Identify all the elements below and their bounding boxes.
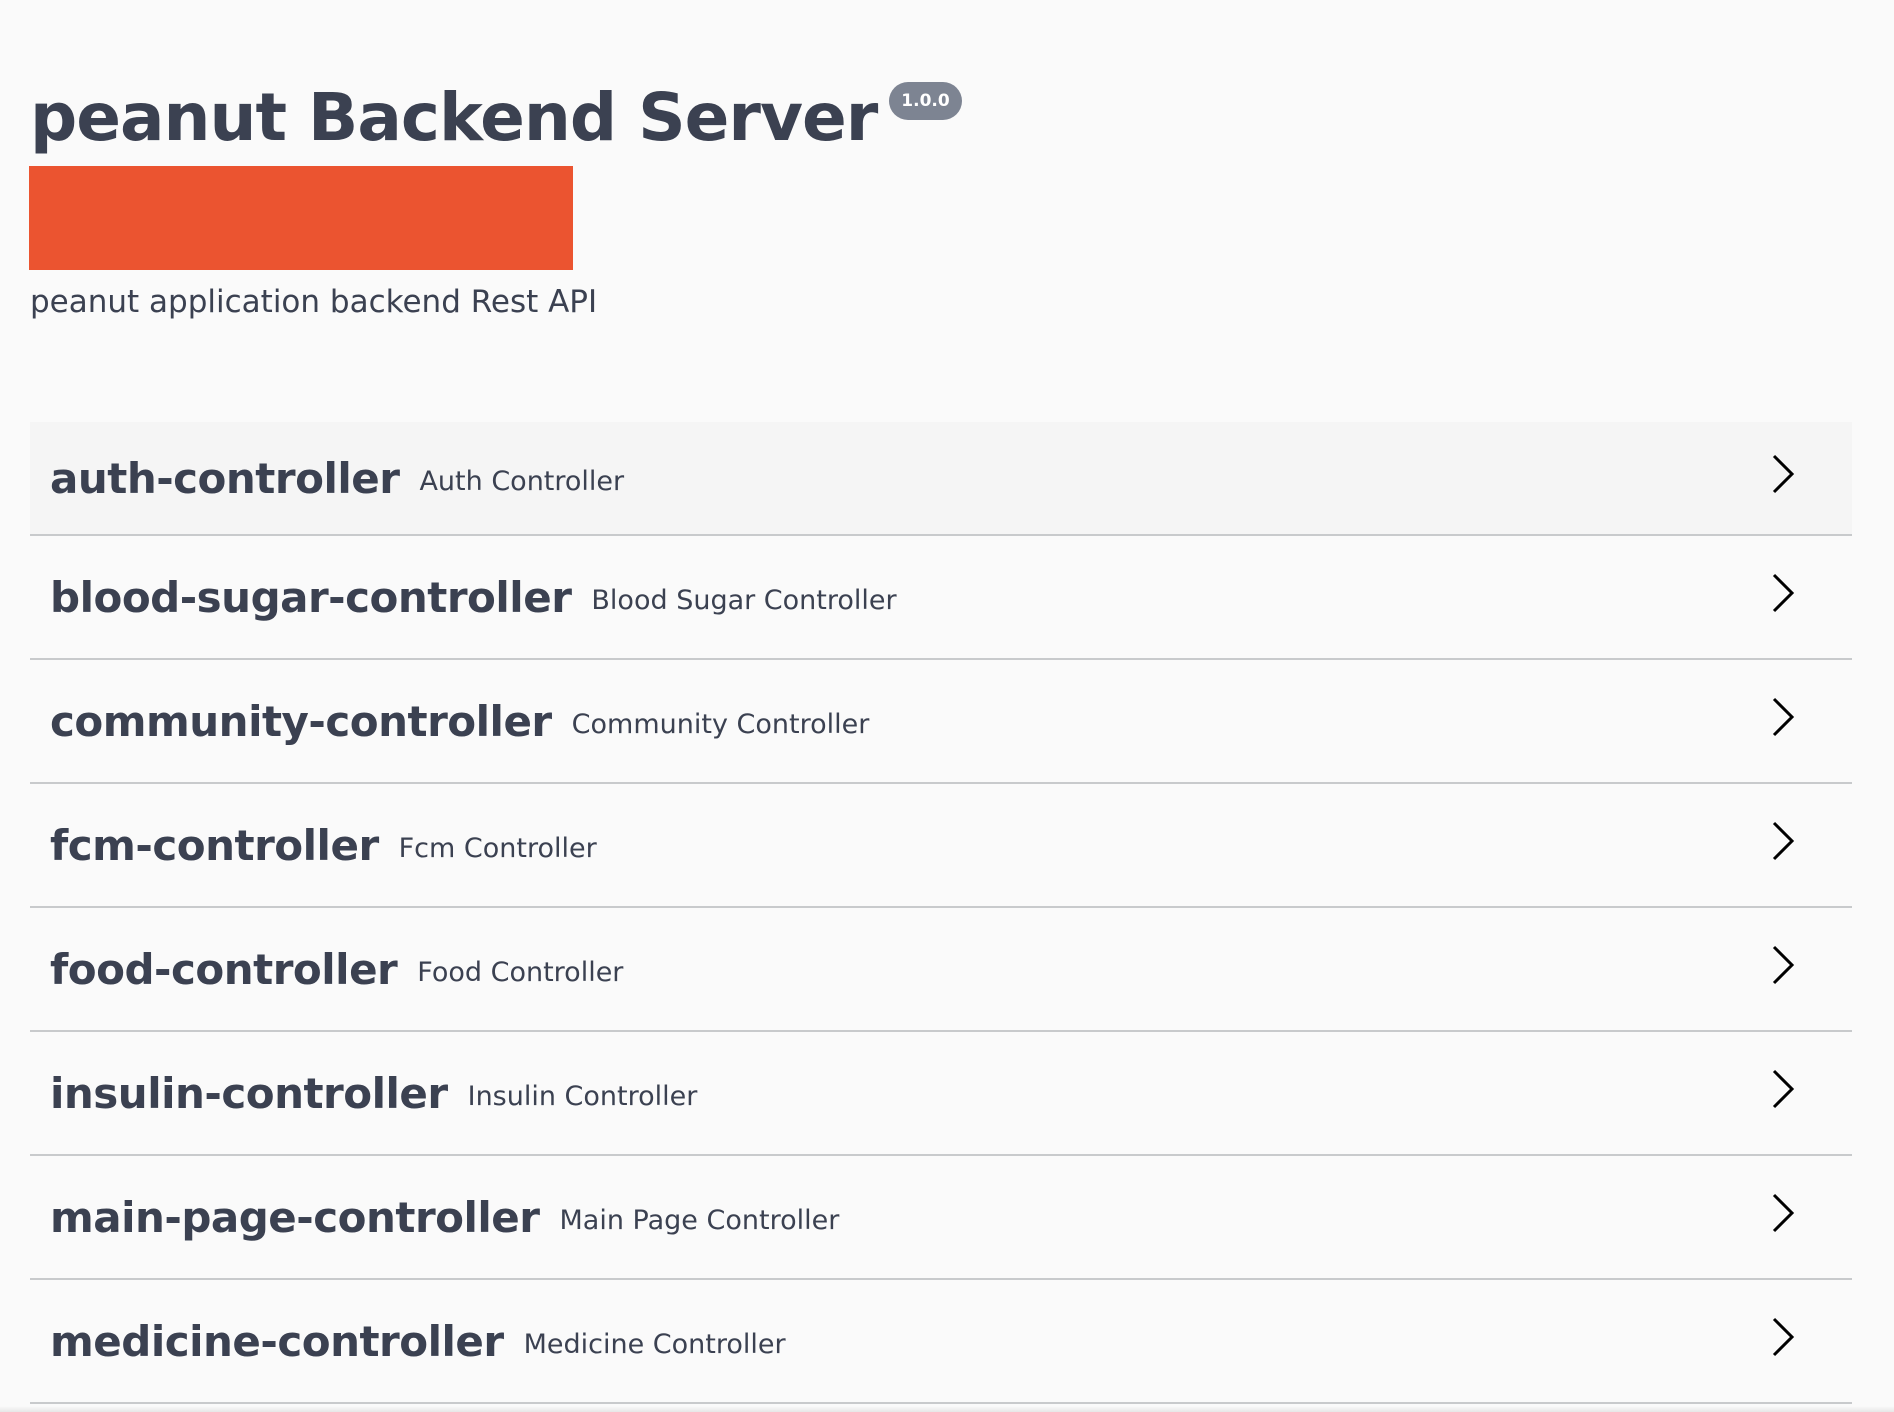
tag-description: Blood Sugar Controller bbox=[591, 584, 897, 616]
page-title: peanut Backend Server bbox=[30, 79, 878, 156]
tag-row-medicine-controller[interactable]: medicine-controller Medicine Controller bbox=[30, 1280, 1852, 1404]
tag-description: Food Controller bbox=[417, 956, 624, 988]
chevron-right-icon[interactable] bbox=[1768, 943, 1796, 987]
chevron-right-icon[interactable] bbox=[1768, 1191, 1796, 1235]
tag-name: food-controller bbox=[50, 944, 398, 994]
chevron-right-icon[interactable] bbox=[1768, 1315, 1796, 1359]
bottom-shadow bbox=[0, 1406, 1894, 1412]
tag-row-blood-sugar-controller[interactable]: blood-sugar-controller Blood Sugar Contr… bbox=[30, 536, 1852, 660]
tag-row-main-page-controller[interactable]: main-page-controller Main Page Controlle… bbox=[30, 1156, 1852, 1280]
tag-description: Auth Controller bbox=[419, 465, 625, 497]
chevron-right-icon[interactable] bbox=[1768, 571, 1796, 615]
tag-description: Medicine Controller bbox=[523, 1328, 786, 1360]
title-row: peanut Backend Server 1.0.0 bbox=[30, 76, 962, 166]
tag-name: main-page-controller bbox=[50, 1192, 540, 1242]
redaction-block bbox=[29, 166, 573, 270]
tag-name: blood-sugar-controller bbox=[50, 572, 572, 622]
tag-row-auth-controller[interactable]: auth-controller Auth Controller bbox=[30, 422, 1852, 536]
tag-name: auth-controller bbox=[50, 453, 400, 503]
tag-list: auth-controller Auth Controller blood-su… bbox=[30, 422, 1852, 1404]
tag-description: Main Page Controller bbox=[559, 1204, 840, 1236]
tag-description: Fcm Controller bbox=[398, 832, 597, 864]
version-badge: 1.0.0 bbox=[889, 82, 962, 120]
tag-row-food-controller[interactable]: food-controller Food Controller bbox=[30, 908, 1852, 1032]
tag-name: community-controller bbox=[50, 696, 552, 746]
chevron-right-icon[interactable] bbox=[1768, 452, 1796, 496]
tag-name: insulin-controller bbox=[50, 1068, 448, 1118]
chevron-right-icon[interactable] bbox=[1768, 819, 1796, 863]
api-description: peanut application backend Rest API bbox=[30, 284, 598, 320]
tag-description: Insulin Controller bbox=[467, 1080, 698, 1112]
chevron-right-icon[interactable] bbox=[1768, 1067, 1796, 1111]
chevron-right-icon[interactable] bbox=[1768, 695, 1796, 739]
tag-row-community-controller[interactable]: community-controller Community Controlle… bbox=[30, 660, 1852, 784]
tag-description: Community Controller bbox=[571, 708, 870, 740]
tag-row-insulin-controller[interactable]: insulin-controller Insulin Controller bbox=[30, 1032, 1852, 1156]
tag-name: medicine-controller bbox=[50, 1316, 504, 1366]
tag-name: fcm-controller bbox=[50, 820, 379, 870]
tag-row-fcm-controller[interactable]: fcm-controller Fcm Controller bbox=[30, 784, 1852, 908]
